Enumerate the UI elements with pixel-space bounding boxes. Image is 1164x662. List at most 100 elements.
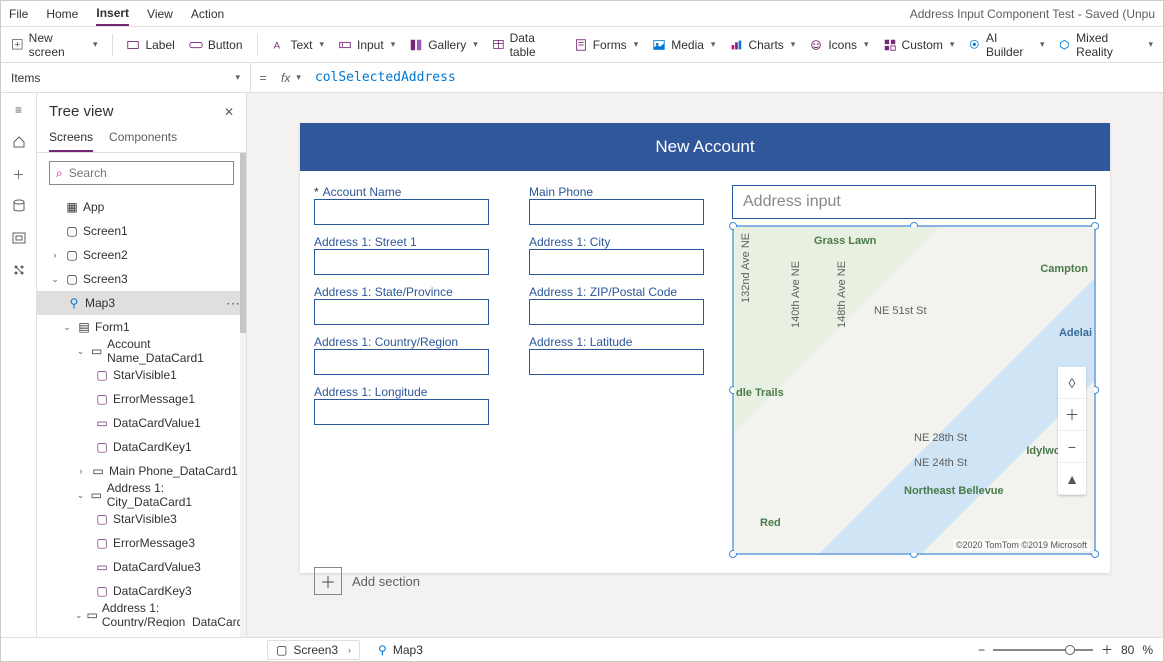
tree-search[interactable]: ⌕ — [49, 161, 234, 185]
gallery-dropdown[interactable]: Gallery▾ — [409, 38, 478, 52]
input-main-phone[interactable] — [529, 199, 704, 225]
node-dckey3[interactable]: ▢DataCardKey3 — [37, 579, 246, 603]
map-locate-button[interactable]: ◊ — [1058, 367, 1086, 399]
zoom-slider[interactable] — [993, 649, 1093, 651]
formula-input[interactable]: colSelectedAddress — [309, 70, 1163, 85]
input-lon[interactable] — [314, 399, 489, 425]
node-screen2[interactable]: ›▢Screen2 — [37, 243, 246, 267]
map-label: Adelai — [1059, 327, 1092, 339]
data-table-button[interactable]: Data table — [492, 31, 560, 59]
fx-button[interactable]: fx — [275, 71, 296, 85]
label-account-name: *Account Name — [314, 185, 499, 199]
tab-screens[interactable]: Screens — [49, 124, 93, 152]
node-card-account[interactable]: ⌄▭Account Name_DataCard1 — [37, 339, 246, 363]
menu-home[interactable]: Home — [46, 3, 78, 25]
input-country[interactable] — [314, 349, 489, 375]
label-button[interactable]: Label — [126, 38, 174, 52]
zoom-pct: % — [1142, 643, 1153, 657]
input-city[interactable] — [529, 249, 704, 275]
map-zoom-in-button[interactable]: ＋ — [1058, 399, 1086, 431]
map-pitch-button[interactable]: ▲ — [1058, 463, 1086, 495]
input-street[interactable] — [314, 249, 489, 275]
close-icon[interactable]: ✕ — [224, 105, 234, 119]
map-label: Grass Lawn — [814, 235, 876, 247]
custom-icon — [883, 38, 897, 52]
menu-view[interactable]: View — [147, 3, 173, 25]
label-lat: Address 1: Latitude — [529, 335, 714, 349]
icons-dropdown[interactable]: Icons▾ — [809, 38, 868, 52]
label-state: Address 1: State/Province — [314, 285, 499, 299]
menu-action[interactable]: Action — [191, 3, 224, 25]
ai-builder-dropdown[interactable]: AI Builder▾ — [968, 31, 1044, 59]
tree-scrollbar[interactable] — [240, 153, 246, 333]
node-dcvalue1[interactable]: ▭DataCardValue1 — [37, 411, 246, 435]
canvas[interactable]: New Account *Account Name Address 1: Str… — [247, 93, 1163, 637]
tab-components[interactable]: Components — [109, 124, 177, 152]
map-zoom-out-button[interactable]: − — [1058, 431, 1086, 463]
custom-dropdown[interactable]: Custom▾ — [883, 38, 955, 52]
tree-search-input[interactable] — [69, 166, 227, 180]
node-starvisible3[interactable]: ▢StarVisible3 — [37, 507, 246, 531]
node-form1[interactable]: ⌄▤Form1 — [37, 315, 246, 339]
map-control[interactable]: Grass Lawn Campton Adelai NE 51st St 132… — [732, 225, 1096, 555]
node-screen3[interactable]: ⌄▢Screen3 — [37, 267, 246, 291]
media-dropdown[interactable]: Media▾ — [652, 38, 715, 52]
map-controls: ◊ ＋ − ▲ — [1058, 367, 1086, 495]
card-icon: ▭ — [87, 608, 98, 622]
breadcrumb-map[interactable]: ⚲Map3 — [370, 640, 431, 660]
advanced-rail-icon[interactable] — [10, 261, 28, 279]
gallery-icon — [409, 38, 423, 52]
screen-icon: ▢ — [65, 272, 79, 286]
plus-icon — [11, 38, 24, 52]
node-errmsg1[interactable]: ▢ErrorMessage1 — [37, 387, 246, 411]
zoom-value: 80 — [1121, 643, 1134, 657]
charts-icon — [729, 38, 743, 52]
node-card-country[interactable]: ⌄▭Address 1: Country/Region_DataCard — [37, 603, 246, 627]
icons-icon — [809, 38, 823, 52]
menu-file[interactable]: File — [9, 3, 28, 25]
label-main-phone: Main Phone — [529, 185, 714, 199]
node-app[interactable]: ▦App — [37, 195, 246, 219]
zoom-out-button[interactable]: − — [978, 643, 985, 657]
tree-view-rail-icon[interactable]: ≡ — [10, 101, 28, 119]
label-icon: ▢ — [95, 584, 109, 598]
node-dckey1[interactable]: ▢DataCardKey1 — [37, 435, 246, 459]
label-icon: ▢ — [95, 440, 109, 454]
forms-dropdown[interactable]: Forms▾ — [574, 38, 639, 52]
new-screen-button[interactable]: New screen▾ — [11, 31, 98, 59]
node-card-city[interactable]: ⌄▭Address 1: City_DataCard1 — [37, 483, 246, 507]
map-tiles: Grass Lawn Campton Adelai NE 51st St 132… — [734, 227, 1094, 553]
data-rail-icon[interactable] — [10, 197, 28, 215]
label-lon: Address 1: Longitude — [314, 385, 499, 399]
charts-dropdown[interactable]: Charts▾ — [729, 38, 795, 52]
node-map3[interactable]: ⚲Map3⋯ — [37, 291, 246, 315]
text-dropdown[interactable]: AText▾ — [271, 38, 324, 52]
label-city: Address 1: City — [529, 235, 714, 249]
input-zip[interactable] — [529, 299, 704, 325]
input-account-name[interactable] — [314, 199, 489, 225]
node-card-mainphone[interactable]: ›▭Main Phone_DataCard1 — [37, 459, 246, 483]
node-dcvalue3[interactable]: ▭DataCardValue3 — [37, 555, 246, 579]
add-section-button[interactable]: ＋ — [314, 567, 342, 595]
zoom-in-button[interactable]: ＋ — [1101, 641, 1113, 658]
add-rail-icon[interactable]: ＋ — [10, 165, 28, 183]
more-icon[interactable]: ⋯ — [226, 295, 240, 312]
map-icon: ⚲ — [67, 296, 81, 310]
textinput-icon: ▭ — [95, 560, 109, 574]
label-street: Address 1: Street 1 — [314, 235, 499, 249]
property-selector[interactable]: Items▾ — [1, 63, 251, 92]
map-label: 148th Ave NE — [836, 261, 848, 328]
node-errmsg3[interactable]: ▢ErrorMessage3 — [37, 531, 246, 555]
insert-rail-icon[interactable] — [10, 133, 28, 151]
menu-insert[interactable]: Insert — [96, 2, 129, 26]
mixed-reality-dropdown[interactable]: Mixed Reality▾ — [1058, 31, 1153, 59]
media-rail-icon[interactable] — [10, 229, 28, 247]
address-input-component[interactable]: Address input — [732, 185, 1096, 219]
input-lat[interactable] — [529, 349, 704, 375]
node-starvisible1[interactable]: ▢StarVisible1 — [37, 363, 246, 387]
button-button[interactable]: Button — [189, 38, 243, 52]
input-state[interactable] — [314, 299, 489, 325]
node-screen1[interactable]: ▢Screen1 — [37, 219, 246, 243]
input-dropdown[interactable]: Input▾ — [338, 38, 395, 52]
breadcrumb-screen[interactable]: ▢Screen3› — [267, 640, 360, 660]
